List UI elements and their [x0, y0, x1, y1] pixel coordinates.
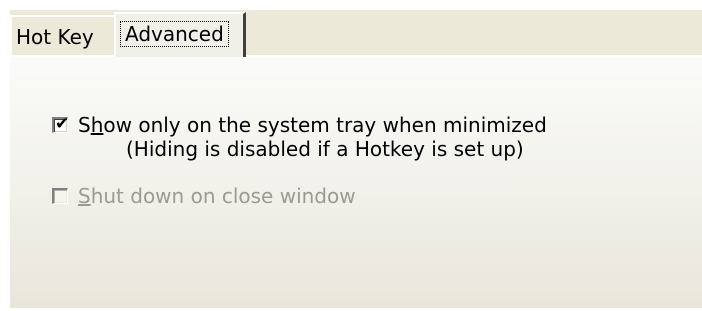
shutdown-checkbox	[52, 188, 68, 204]
tab-advanced-label: Advanced	[120, 21, 229, 47]
tab-strip: Hot Key Advanced	[10, 10, 702, 57]
tab-hot-key-label: Hot Key	[16, 25, 94, 49]
tray-label-prefix: S	[78, 113, 91, 137]
tray-label-mnemonic: h	[90, 113, 104, 137]
tab-hot-key[interactable]: Hot Key	[10, 15, 116, 55]
shutdown-option: Shut down on close window	[52, 184, 356, 208]
shutdown-option-label: Shut down on close window	[78, 184, 356, 208]
advanced-tab-panel: ✔ Show only on the system tray when mini…	[10, 55, 702, 308]
tray-option-note: (Hiding is disabled if a Hotkey is set u…	[126, 137, 524, 161]
tray-option-text: Show only on the system tray when minimi…	[78, 113, 547, 161]
tray-checkbox[interactable]: ✔	[52, 114, 70, 134]
checkmark-icon: ✔	[55, 114, 70, 134]
tray-option-label[interactable]: Show only on the system tray when minimi…	[78, 113, 547, 137]
shutdown-label-mnemonic: S	[78, 184, 91, 208]
tab-advanced[interactable]: Advanced	[114, 12, 246, 57]
tray-label-rest: ow only on the system tray when minimize…	[103, 113, 547, 137]
settings-window: Hot Key Advanced ✔ Show only on the syst…	[10, 10, 702, 308]
tray-option[interactable]: ✔ Show only on the system tray when mini…	[52, 113, 547, 161]
shutdown-label-rest: hut down on close window	[90, 184, 356, 208]
